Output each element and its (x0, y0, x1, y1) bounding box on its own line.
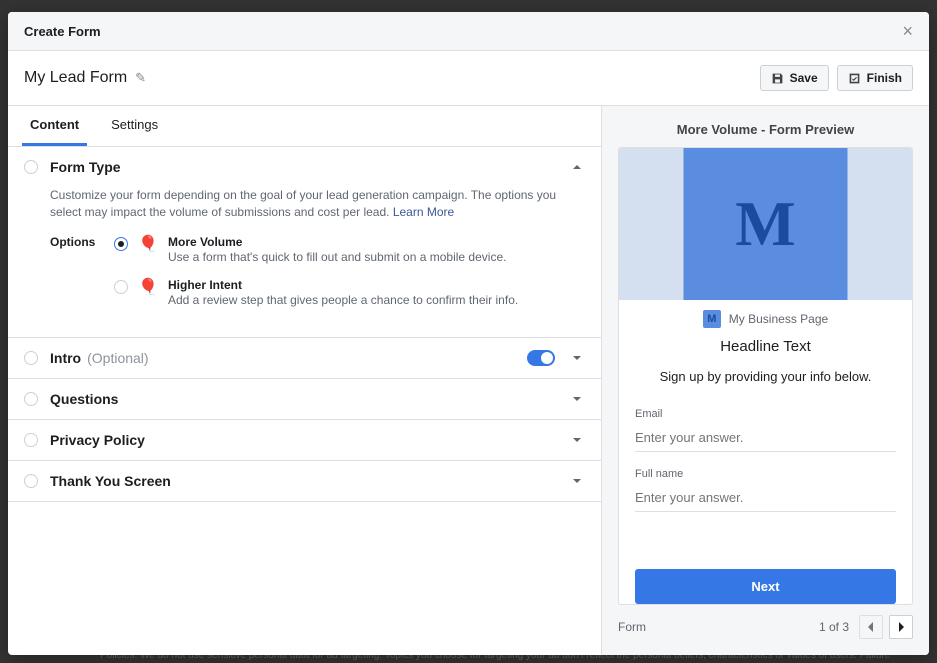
preview-subhead: Sign up by providing your info below. (619, 365, 912, 400)
save-label: Save (790, 71, 818, 85)
section-title: Privacy Policy (50, 432, 145, 448)
save-button[interactable]: Save (760, 65, 829, 91)
tabs: Content Settings (8, 106, 601, 147)
chevron-down-icon (569, 350, 585, 366)
section-head-intro[interactable]: Intro (Optional) (8, 338, 601, 378)
caret-right-icon (897, 622, 905, 632)
option-title: Higher Intent (168, 278, 585, 292)
balloons-icon: 🎈 (138, 235, 158, 255)
pager: Form 1 of 3 (618, 605, 913, 639)
option-desc: Add a review step that gives people a ch… (168, 293, 585, 307)
option-higher-intent[interactable]: 🎈 Higher Intent Add a review step that g… (114, 278, 585, 307)
fullname-input[interactable] (635, 484, 896, 512)
title-bar: My Lead Form ✎ Save Finish (8, 51, 929, 106)
optional-label: (Optional) (87, 350, 148, 366)
next-button[interactable]: Next (635, 569, 896, 604)
close-icon[interactable]: × (902, 22, 913, 40)
intro-toggle[interactable] (527, 350, 555, 366)
business-row: M My Business Page (619, 300, 912, 338)
preview-panel: More Volume - Form Preview M M My Busine… (602, 106, 929, 655)
section-questions: Questions (8, 379, 601, 420)
section-indicator (24, 160, 38, 174)
field-email: Email (619, 400, 912, 460)
finish-icon (848, 72, 861, 85)
hero-letter: M (735, 187, 795, 261)
section-head-questions[interactable]: Questions (8, 379, 601, 419)
business-badge: M (703, 310, 721, 328)
field-fullname: Full name (619, 460, 912, 520)
finish-button[interactable]: Finish (837, 65, 913, 91)
pencil-icon[interactable]: ✎ (135, 70, 146, 86)
section-privacy: Privacy Policy (8, 420, 601, 461)
section-head-privacy[interactable]: Privacy Policy (8, 420, 601, 460)
section-head-form-type[interactable]: Form Type (8, 147, 601, 187)
option-desc: Use a form that's quick to fill out and … (168, 250, 585, 264)
section-indicator (24, 474, 38, 488)
section-indicator (24, 351, 38, 365)
field-label: Email (635, 408, 896, 420)
section-title: Form Type (50, 159, 121, 175)
preview-title: More Volume - Form Preview (618, 122, 913, 137)
modal-header: Create Form × (8, 12, 929, 51)
pager-label: Form (618, 620, 646, 634)
business-name: My Business Page (729, 312, 828, 326)
section-title: Intro (50, 350, 81, 366)
preview-hero-image: M (619, 148, 912, 300)
section-intro: Intro (Optional) (8, 338, 601, 379)
pager-prev-button[interactable] (859, 615, 883, 639)
tab-content[interactable]: Content (22, 106, 87, 146)
section-indicator (24, 433, 38, 447)
section-indicator (24, 392, 38, 406)
section-form-type: Form Type Customize your form depending … (8, 147, 601, 338)
section-head-thankyou[interactable]: Thank You Screen (8, 461, 601, 501)
field-label: Full name (635, 468, 896, 480)
finish-label: Finish (867, 71, 902, 85)
chevron-down-icon (569, 391, 585, 407)
pager-count: 1 of 3 (819, 620, 849, 634)
learn-more-link[interactable]: Learn More (393, 205, 454, 219)
form-name: My Lead Form (24, 69, 127, 87)
option-more-volume[interactable]: 🎈 More Volume Use a form that's quick to… (114, 235, 585, 264)
tab-settings[interactable]: Settings (103, 106, 166, 146)
option-title: More Volume (168, 235, 585, 249)
balloons-icon: 🎈 (138, 278, 158, 298)
radio-icon[interactable] (114, 280, 128, 294)
save-icon (771, 72, 784, 85)
chevron-up-icon (569, 159, 585, 175)
pager-next-button[interactable] (889, 615, 913, 639)
form-type-description: Customize your form depending on the goa… (50, 187, 585, 221)
create-form-modal: Create Form × My Lead Form ✎ Save Finish… (8, 12, 929, 655)
chevron-down-icon (569, 432, 585, 448)
modal-title: Create Form (24, 24, 101, 39)
chevron-down-icon (569, 473, 585, 489)
section-title: Questions (50, 391, 118, 407)
preview-card: M M My Business Page Headline Text Sign … (618, 147, 913, 605)
preview-headline: Headline Text (619, 338, 912, 365)
section-title: Thank You Screen (50, 473, 171, 489)
left-panel: Content Settings Form Type Customize you… (8, 106, 602, 655)
section-thankyou: Thank You Screen (8, 461, 601, 502)
email-input[interactable] (635, 424, 896, 452)
options-label: Options (50, 235, 114, 249)
caret-left-icon (867, 622, 875, 632)
radio-icon[interactable] (114, 237, 128, 251)
